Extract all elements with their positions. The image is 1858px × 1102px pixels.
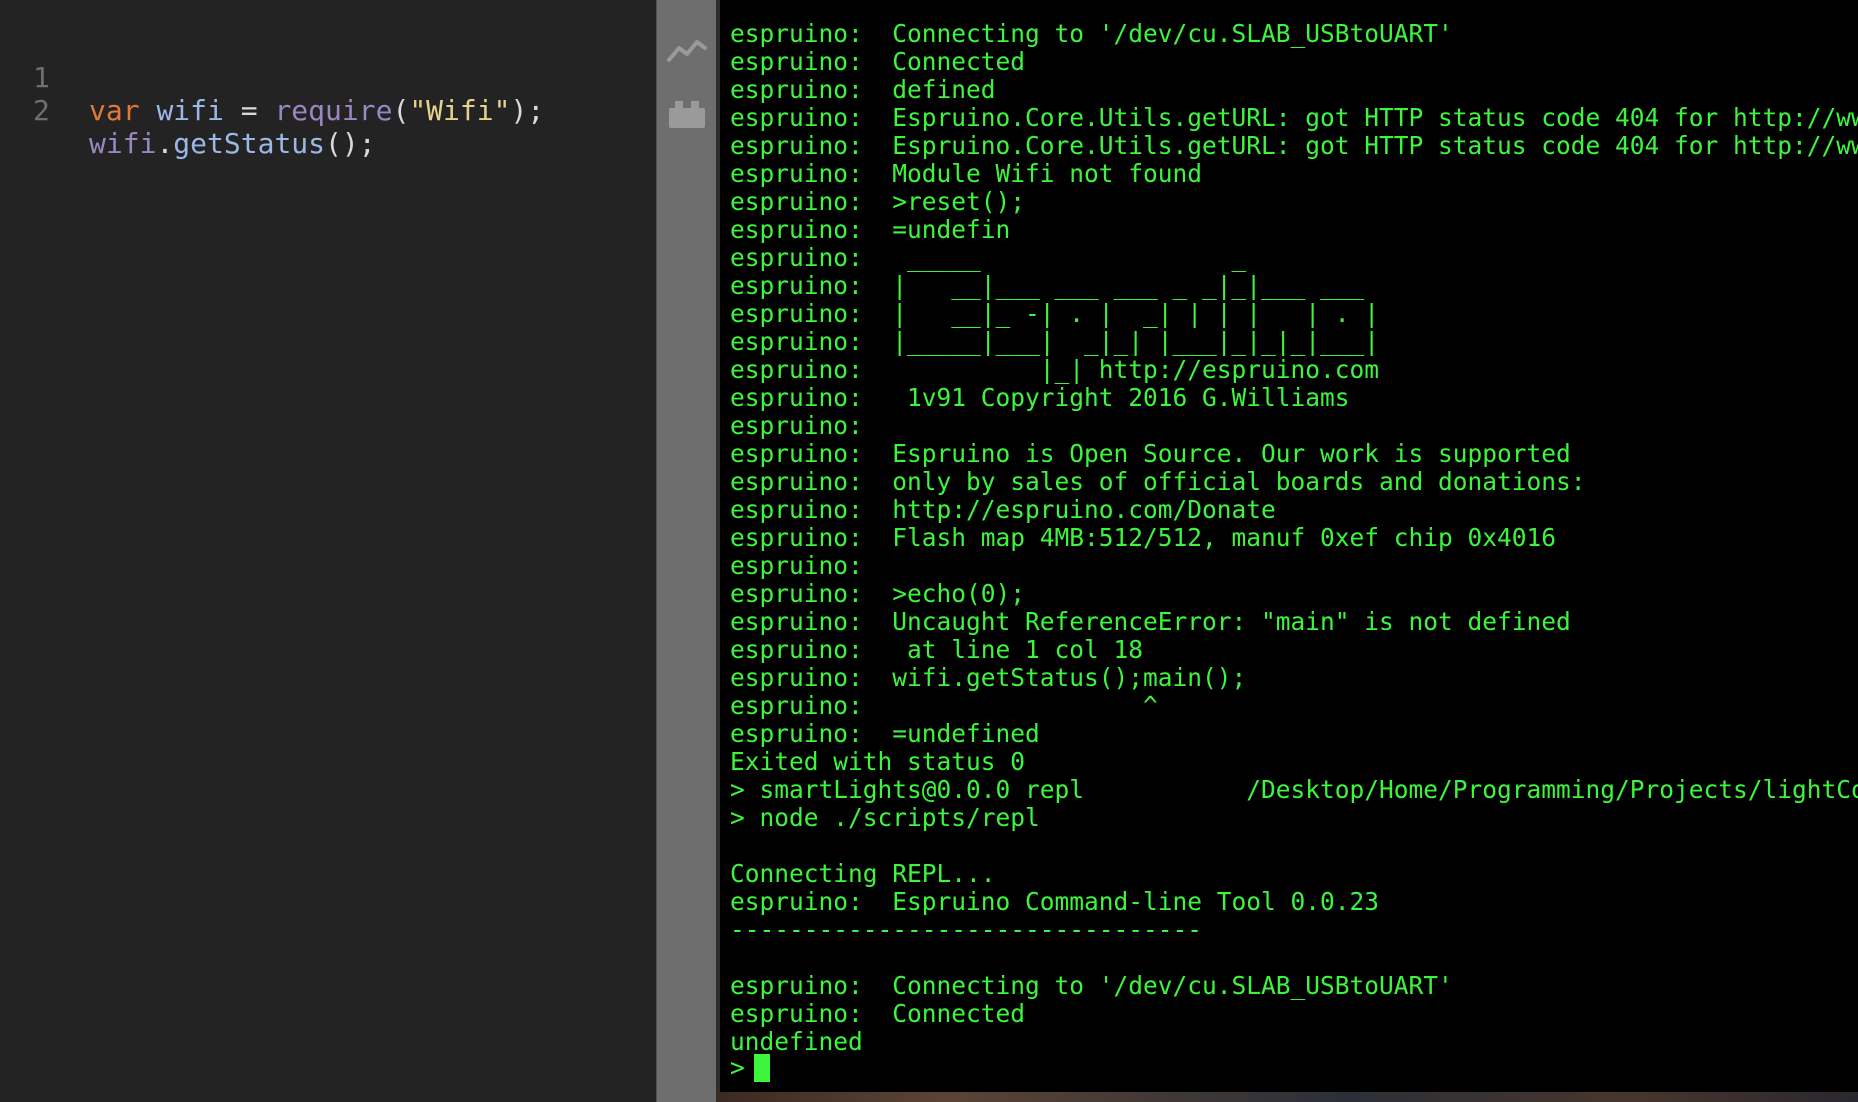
string-literal: "Wifi" <box>409 94 511 127</box>
code-text[interactable]: var wifi = require("Wifi"); <box>89 94 544 127</box>
sidebar-toolbar <box>656 0 717 1102</box>
terminal-line: espruino: _____ _ <box>730 243 1247 272</box>
terminal-cursor <box>754 1054 770 1082</box>
terminal-line: undefined <box>730 1027 863 1056</box>
code-editor[interactable]: 1 var wifi = require("Wifi"); 2 wifi.get… <box>0 0 656 1102</box>
terminal-line: espruino: >echo(0); <box>730 579 1026 608</box>
line-number: 2 <box>33 94 50 127</box>
terminal-line: Connecting REPL... <box>730 859 996 888</box>
terminal-line: espruino: at line 1 col 18 <box>730 635 1144 664</box>
terminal-line: > node ./scripts/repl <box>730 803 1040 832</box>
terminal-line: espruino: http://espruino.com/Donate <box>730 495 1276 524</box>
identifier-wifi: wifi <box>156 94 224 127</box>
terminal-line: espruino: 1v91 Copyright 2016 G.Williams <box>730 383 1350 412</box>
terminal-line: espruino: =undefined <box>730 719 1040 748</box>
terminal-line: espruino: Connected <box>730 999 1026 1028</box>
terminal-line: espruino: Espruino Command-line Tool 0.0… <box>730 887 1380 916</box>
terminal-line: > smartLights@0.0.0 repl /Desktop/Home/P… <box>730 775 1858 804</box>
terminal-line: espruino: Espruino.Core.Utils.getURL: go… <box>730 131 1858 160</box>
terminal-line: espruino: |_| http://espruino.com <box>730 355 1380 384</box>
terminal-line: espruino: | __|___ ___ ___ _ _|_|___ ___ <box>730 271 1365 300</box>
terminal-line: espruino: Connected <box>730 47 1026 76</box>
terminal-line: espruino: ^ <box>730 691 1158 720</box>
terminal-prompt[interactable]: > <box>730 1054 745 1082</box>
terminal-line: espruino: wifi.getStatus();main(); <box>730 663 1247 692</box>
code-line[interactable]: 2 wifi.getStatus(); <box>0 61 376 160</box>
call-require: require <box>274 94 393 127</box>
terminal-line: espruino: only by sales of official boar… <box>730 467 1586 496</box>
terminal-output[interactable]: espruino: Connecting to '/dev/cu.SLAB_US… <box>716 0 1858 1092</box>
terminal-line: espruino: Connecting to '/dev/cu.SLAB_US… <box>730 19 1453 48</box>
terminal-line: espruino: defined <box>730 75 996 104</box>
code-line[interactable]: 1 var wifi = require("Wifi"); <box>0 28 544 127</box>
terminal-line: espruino: Module Wifi not found <box>730 159 1203 188</box>
terminal-line: -------------------------------- <box>730 915 1203 944</box>
terminal-line: espruino: Flash map 4MB:512/512, manuf 0… <box>730 523 1557 552</box>
terminal-line: espruino: =undefin <box>730 215 1011 244</box>
terminal-line: espruino: Espruino.Core.Utils.getURL: go… <box>730 103 1858 132</box>
terminal-line: espruino: >reset(); <box>730 187 1026 216</box>
terminal-line: espruino: | __|_ -| . | _| | | | | . | <box>730 299 1380 328</box>
terminal-line: espruino: <box>730 551 863 580</box>
chart-icon[interactable] <box>667 32 707 68</box>
terminal-line: espruino: Connecting to '/dev/cu.SLAB_US… <box>730 971 1453 1000</box>
terminal-line: espruino: Uncaught ReferenceError: "main… <box>730 607 1571 636</box>
terminal-line: espruino: Espruino is Open Source. Our w… <box>730 439 1571 468</box>
keyword-var: var <box>89 94 140 127</box>
desktop-background-strip <box>716 1092 1858 1102</box>
terminal-line: Exited with status 0 <box>730 747 1026 776</box>
terminal-line: espruino: |_____|___| _|_| |___|_|_|_|__… <box>730 327 1380 356</box>
code-text[interactable]: wifi.getStatus(); <box>89 127 376 160</box>
terminal-line: espruino: <box>730 411 863 440</box>
identifier-wifi: wifi <box>89 127 157 160</box>
plugin-icon[interactable] <box>667 96 707 132</box>
call-getstatus: getStatus <box>173 127 326 160</box>
